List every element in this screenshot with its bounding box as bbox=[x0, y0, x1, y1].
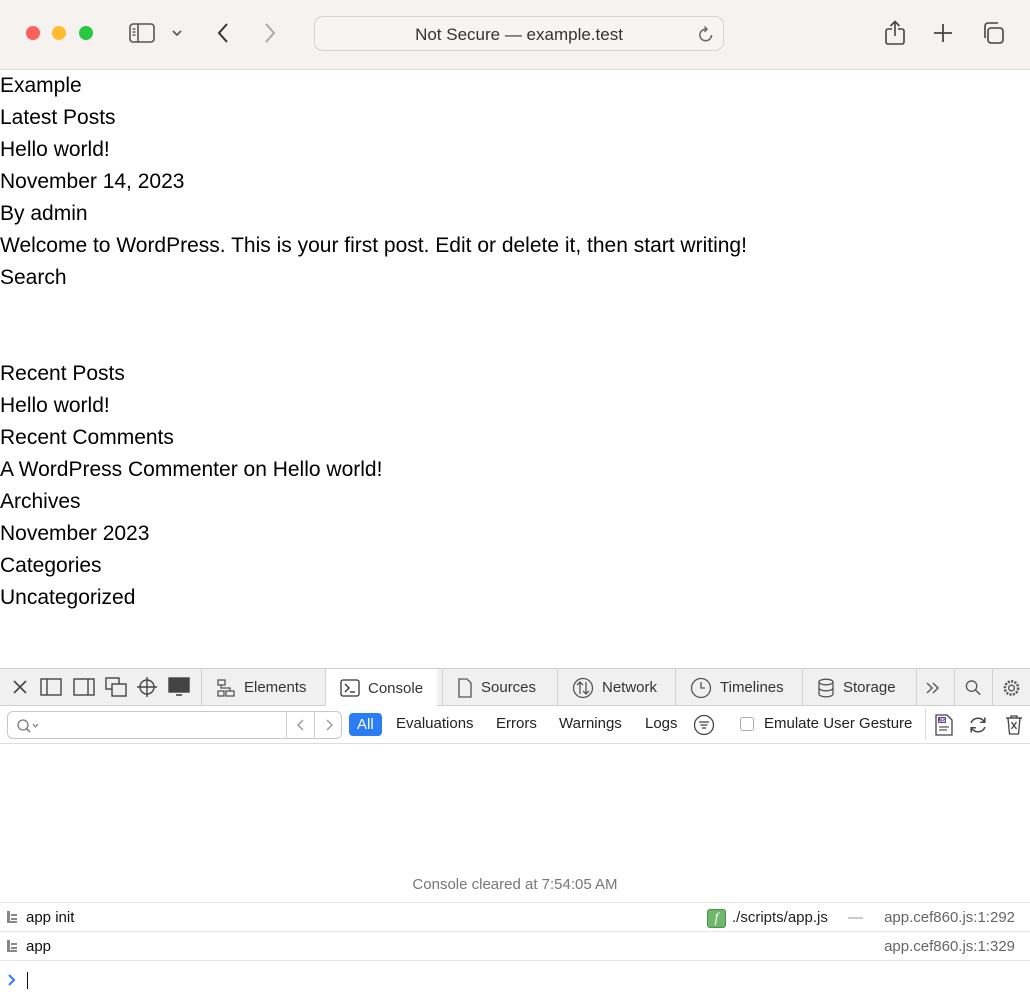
search-label: Search bbox=[0, 266, 67, 289]
timelines-icon bbox=[690, 677, 712, 698]
recent-post-link[interactable]: Hello world! bbox=[0, 393, 110, 419]
site-title[interactable]: Example bbox=[0, 73, 82, 99]
zoom-window-button[interactable] bbox=[79, 26, 93, 40]
tab-network-label: Network bbox=[602, 679, 658, 696]
svg-text:JS: JS bbox=[939, 718, 946, 724]
detach-window-icon[interactable] bbox=[104, 675, 128, 699]
console-log-row[interactable]: app app.cef860.js:1:329 bbox=[0, 931, 1030, 960]
dock-right-icon[interactable] bbox=[72, 675, 96, 699]
device-settings-icon[interactable] bbox=[167, 675, 191, 699]
log-message: app init bbox=[26, 909, 75, 926]
latest-posts-heading: Latest Posts bbox=[0, 106, 116, 129]
web-inspector: Elements Console Sources Network Timelin… bbox=[0, 668, 1030, 1000]
log-source-location[interactable]: app.cef860.js:1:329 bbox=[884, 938, 1015, 955]
prompt-chevron-icon bbox=[8, 974, 16, 986]
tab-sources-label: Sources bbox=[481, 679, 537, 696]
sources-icon bbox=[458, 677, 472, 698]
console-prompt[interactable] bbox=[0, 960, 1030, 1000]
text-cursor bbox=[27, 972, 28, 989]
inspector-search-button[interactable] bbox=[954, 669, 992, 706]
more-tabs-button[interactable] bbox=[916, 669, 954, 706]
close-inspector-icon[interactable] bbox=[8, 675, 32, 699]
back-icon[interactable] bbox=[207, 17, 239, 49]
previous-match-button[interactable] bbox=[286, 712, 315, 738]
address-bar[interactable]: Not Secure — example.test bbox=[314, 16, 724, 51]
chevron-right-icon bbox=[326, 719, 333, 731]
tab-network[interactable]: Network bbox=[557, 669, 671, 706]
dock-left-icon[interactable] bbox=[39, 675, 63, 699]
reload-page-icon[interactable] bbox=[967, 714, 989, 741]
console-output: Console cleared at 7:54:05 AM app init f… bbox=[0, 744, 1030, 1000]
tab-console[interactable]: Console bbox=[325, 669, 438, 707]
chevron-left-icon bbox=[297, 719, 304, 731]
tab-overview-icon[interactable] bbox=[977, 17, 1009, 49]
tab-storage[interactable]: Storage bbox=[802, 669, 910, 706]
filter-divider bbox=[925, 709, 926, 739]
filter-options-icon[interactable] bbox=[693, 714, 715, 741]
tab-timelines[interactable]: Timelines bbox=[675, 669, 798, 706]
source-separator: — bbox=[848, 909, 863, 926]
log-icon bbox=[7, 911, 17, 923]
filter-evaluations-button[interactable]: Evaluations bbox=[396, 715, 474, 732]
console-filter-bar: All Evaluations Errors Warnings Logs Emu… bbox=[0, 706, 1030, 744]
console-log-row[interactable]: app init f ./scripts/app.js — app.cef860… bbox=[0, 902, 1030, 931]
double-chevron-icon bbox=[926, 682, 939, 693]
sidebar-toggle-icon[interactable] bbox=[126, 17, 158, 49]
element-picker-icon[interactable] bbox=[135, 675, 159, 699]
share-icon[interactable] bbox=[879, 17, 911, 49]
archives-heading: Archives bbox=[0, 490, 81, 513]
log-source-file[interactable]: ./scripts/app.js bbox=[732, 909, 828, 926]
recent-posts-heading: Recent Posts bbox=[0, 362, 125, 385]
filter-search-icon bbox=[17, 719, 39, 733]
filter-warnings-button[interactable]: Warnings bbox=[559, 715, 622, 732]
log-icon bbox=[7, 940, 17, 952]
category-link[interactable]: Uncategorized bbox=[0, 585, 135, 611]
network-icon bbox=[572, 677, 594, 698]
filter-all-button[interactable]: All bbox=[349, 713, 382, 736]
storage-icon bbox=[818, 678, 834, 697]
categories-heading: Categories bbox=[0, 554, 102, 577]
filter-errors-button[interactable]: Errors bbox=[496, 715, 537, 732]
close-window-button[interactable] bbox=[26, 26, 40, 40]
gear-icon bbox=[1003, 679, 1020, 696]
emulate-gesture-label: Emulate User Gesture bbox=[764, 715, 913, 732]
emulate-gesture-checkbox[interactable] bbox=[740, 717, 754, 731]
tab-timelines-label: Timelines bbox=[720, 679, 784, 696]
post-date[interactable]: November 14, 2023 bbox=[0, 169, 184, 195]
tab-elements-label: Elements bbox=[244, 679, 307, 696]
clear-console-icon[interactable] bbox=[1004, 714, 1024, 741]
next-match-button[interactable] bbox=[314, 712, 343, 738]
console-filter-input[interactable] bbox=[7, 711, 342, 739]
post-author[interactable]: By admin bbox=[0, 201, 88, 227]
log-source-location[interactable]: app.cef860.js:1:292 bbox=[884, 909, 1015, 926]
tab-console-label: Console bbox=[368, 679, 424, 697]
reload-icon[interactable] bbox=[697, 24, 715, 49]
forward-icon[interactable] bbox=[254, 17, 286, 49]
inspector-tab-bar: Elements Console Sources Network Timelin… bbox=[0, 668, 1030, 707]
search-icon bbox=[965, 679, 981, 695]
minimize-window-button[interactable] bbox=[52, 26, 66, 40]
recent-comment-link[interactable]: A WordPress Commenter on Hello world! bbox=[0, 457, 382, 483]
chevron-down-icon[interactable] bbox=[163, 17, 191, 49]
console-icon bbox=[340, 679, 360, 697]
tab-sources[interactable]: Sources bbox=[442, 669, 550, 706]
function-icon: f bbox=[707, 909, 726, 928]
address-text: Not Secure — example.test bbox=[415, 25, 623, 44]
log-message: app bbox=[26, 938, 52, 955]
post-title-link[interactable]: Hello world! bbox=[0, 137, 110, 163]
post-excerpt: Welcome to WordPress. This is your first… bbox=[0, 234, 747, 257]
javascript-context-icon[interactable]: JS bbox=[934, 714, 954, 741]
recent-comments-heading: Recent Comments bbox=[0, 426, 174, 449]
elements-icon bbox=[217, 678, 235, 697]
console-cleared-message: Console cleared at 7:54:05 AM bbox=[412, 876, 618, 893]
browser-toolbar: Not Secure — example.test bbox=[0, 0, 1030, 70]
inspector-settings-button[interactable] bbox=[992, 669, 1030, 706]
archive-link[interactable]: November 2023 bbox=[0, 521, 149, 547]
new-tab-icon[interactable] bbox=[927, 17, 959, 49]
tab-elements[interactable]: Elements bbox=[201, 669, 321, 706]
tab-storage-label: Storage bbox=[843, 679, 896, 696]
filter-logs-button[interactable]: Logs bbox=[645, 715, 678, 732]
